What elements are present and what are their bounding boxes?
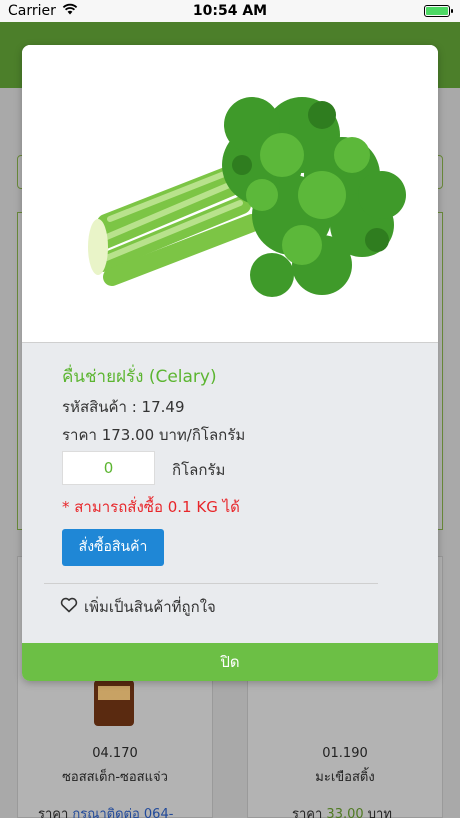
product-code-right: 01.190 bbox=[322, 746, 368, 761]
heart-outline-icon bbox=[60, 597, 78, 617]
price-value-left: กรุณาติดต่อ 064- bbox=[72, 807, 174, 818]
minimum-order-note: * สามารถสั่งซื้อ 0.1 KG ได้ bbox=[62, 498, 240, 516]
status-bar: Carrier 10:54 AM bbox=[0, 0, 460, 22]
price-label-right: ราคา bbox=[292, 807, 323, 818]
status-left: Carrier bbox=[0, 3, 160, 19]
product-name-left: ซอสสเต็ก-ซอสแจ่ว bbox=[62, 770, 168, 785]
quantity-input[interactable]: 0 bbox=[62, 451, 155, 485]
carrier-label: Carrier bbox=[8, 3, 56, 19]
status-time: 10:54 AM bbox=[192, 3, 268, 19]
quantity-unit-label: กิโลกรัม bbox=[172, 461, 226, 479]
add-favorite-button[interactable]: เพิ่มเป็นสินค้าที่ถูกใจ bbox=[60, 595, 216, 619]
celery-image bbox=[22, 45, 438, 343]
product-code-left: 04.170 bbox=[92, 746, 138, 761]
product-price-right: ราคา 33.00 บาท bbox=[292, 803, 392, 818]
product-title: คื่นช่ายฝรั่ง (Celary) bbox=[62, 367, 217, 387]
product-price-left: ราคา กรุณาติดต่อ 064- bbox=[38, 803, 173, 818]
product-detail-modal: คื่นช่ายฝรั่ง (Celary) รหัสสินค้า : 17.4… bbox=[22, 45, 438, 681]
divider bbox=[44, 583, 378, 584]
add-favorite-label: เพิ่มเป็นสินค้าที่ถูกใจ bbox=[84, 598, 216, 616]
price-value-right: 33.00 bbox=[326, 807, 364, 818]
product-name-right: มะเขือสติ้ง bbox=[315, 770, 375, 785]
battery-icon bbox=[424, 5, 453, 17]
product-code: รหัสสินค้า : 17.49 bbox=[62, 398, 185, 416]
close-button[interactable]: ปิด bbox=[22, 643, 438, 681]
price-label-left: ราคา bbox=[38, 807, 69, 818]
steak-sauce-image bbox=[94, 680, 134, 726]
order-button[interactable]: สั่งซื้อสินค้า bbox=[62, 529, 164, 566]
wifi-icon bbox=[62, 3, 78, 19]
price-unit-right: บาท bbox=[367, 807, 392, 818]
battery-fill bbox=[426, 7, 448, 15]
status-right bbox=[300, 5, 460, 17]
product-price: ราคา 173.00 บาท/กิโลกรัม bbox=[62, 426, 246, 444]
